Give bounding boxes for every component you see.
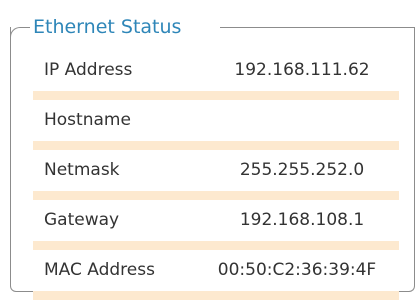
row-separator — [33, 291, 399, 300]
mac-address-label: MAC Address — [44, 260, 155, 280]
ip-address-label: IP Address — [44, 60, 133, 80]
ip-address-value: 192.168.111.62 — [234, 60, 370, 80]
table-row-netmask: Netmask 255.255.252.0 — [33, 150, 399, 200]
panel-title: Ethernet Status — [30, 15, 185, 39]
gateway-label: Gateway — [44, 210, 120, 230]
table-row-gateway: Gateway 192.168.108.1 — [33, 200, 399, 250]
row-separator — [33, 191, 399, 200]
row-separator — [33, 91, 399, 100]
netmask-label: Netmask — [44, 160, 120, 180]
netmask-value: 255.255.252.0 — [239, 160, 365, 180]
panel-border-top — [220, 27, 415, 28]
status-table: IP Address 192.168.111.62 Hostname Netma… — [33, 50, 399, 300]
row-separator — [33, 141, 399, 150]
row-separator — [33, 241, 399, 250]
table-row-mac-address: MAC Address 00:50:C2:36:39:4F — [33, 250, 399, 300]
panel-border-corner — [10, 27, 30, 39]
gateway-value: 192.168.108.1 — [239, 210, 365, 230]
hostname-label: Hostname — [44, 110, 131, 130]
table-row-ip-address: IP Address 192.168.111.62 — [33, 50, 399, 100]
mac-address-value: 00:50:C2:36:39:4F — [217, 260, 377, 280]
table-row-hostname: Hostname — [33, 100, 399, 150]
